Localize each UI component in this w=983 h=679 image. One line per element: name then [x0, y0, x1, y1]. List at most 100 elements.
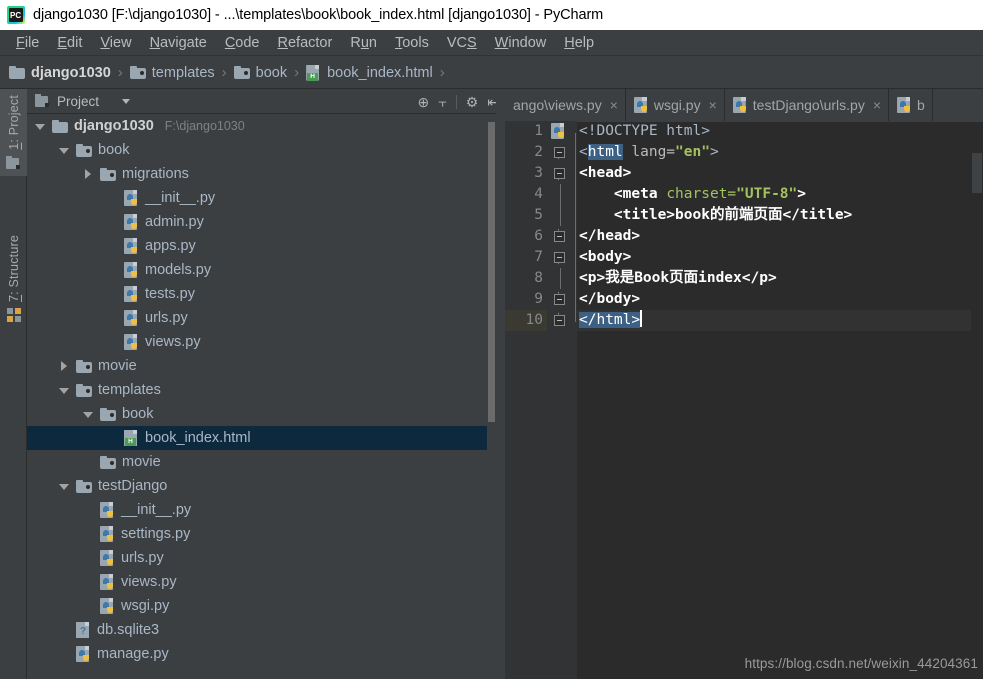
project-tree-scrollbar[interactable]: [487, 114, 496, 679]
chevron-down-icon[interactable]: [59, 481, 70, 492]
tool-tab-structure[interactable]: 7: Structure: [0, 229, 27, 328]
menu-navigate[interactable]: Navigate: [141, 33, 216, 53]
breadcrumb-item-book-index-html[interactable]: H book_index.html: [306, 64, 433, 81]
menu-refactor[interactable]: Refactor: [269, 33, 342, 53]
close-icon[interactable]: ×: [610, 97, 618, 113]
tree-row-movie[interactable]: movie: [27, 450, 496, 474]
settings-gear-icon[interactable]: ⚙: [466, 95, 479, 109]
tree-row-urls-py[interactable]: urls.py: [27, 546, 496, 570]
editor-tab-ango-views-py[interactable]: ango\views.py ×: [505, 89, 626, 121]
panel-splitter[interactable]: [496, 89, 505, 679]
menu-run[interactable]: Run: [341, 33, 386, 53]
breadcrumb-separator-icon: ›: [117, 64, 123, 81]
tree-row-label: book_index.html: [145, 430, 251, 446]
menu-vcs[interactable]: VCS: [438, 33, 486, 53]
tree-row-views-py[interactable]: views.py: [27, 570, 496, 594]
chevron-down-icon[interactable]: [35, 121, 46, 132]
fold-cell[interactable]: [549, 226, 575, 247]
watermark-text: https://blog.csdn.net/weixin_44204361: [744, 656, 978, 671]
chevron-right-icon[interactable]: [59, 360, 70, 372]
code-text: </body>: [579, 289, 640, 310]
tree-row-db-sqlite3[interactable]: ? db.sqlite3: [27, 618, 496, 642]
tool-tab-project[interactable]: 1: Project: [0, 89, 27, 176]
fold-collapse-icon[interactable]: [554, 251, 565, 263]
breadcrumb-item-book[interactable]: book: [233, 65, 287, 81]
fold-cell[interactable]: [549, 289, 575, 310]
tree-row-admin-py[interactable]: admin.py: [27, 210, 496, 234]
chevron-down-icon[interactable]: [59, 145, 70, 156]
menu-help[interactable]: Help: [555, 33, 603, 53]
folder-source-icon: [100, 455, 116, 469]
tree-row--init-py[interactable]: __init__.py: [27, 498, 496, 522]
fold-cell[interactable]: [549, 142, 575, 163]
code-editor[interactable]: 1 <!DOCTYPE html> 2 <html lang="en"> 3 <…: [505, 121, 983, 679]
tree-row-book-index-html[interactable]: Hbook_index.html: [27, 426, 496, 450]
line-number: 1: [534, 123, 543, 139]
tree-row-views-py[interactable]: views.py: [27, 330, 496, 354]
chevron-down-icon[interactable]: [83, 409, 94, 420]
code-line-3: 3 <head>: [505, 163, 983, 184]
python-file-icon: [100, 550, 115, 566]
fold-expand-icon[interactable]: [554, 230, 565, 242]
fold-expand-icon[interactable]: [554, 293, 565, 305]
fold-cell[interactable]: [549, 163, 575, 184]
toolbar-divider: [455, 94, 457, 109]
structure-icon: [6, 308, 21, 323]
menu-edit[interactable]: Edit: [48, 33, 91, 53]
pycharm-logo-icon: PC: [7, 6, 25, 24]
code-token: <title>: [579, 207, 676, 223]
menu-tools[interactable]: Tools: [386, 33, 438, 53]
tree-row--init-py[interactable]: __init__.py: [27, 186, 496, 210]
tree-row-wsgi-py[interactable]: wsgi.py: [27, 594, 496, 618]
project-view-icon: [35, 94, 50, 108]
chevron-right-icon[interactable]: [83, 168, 94, 180]
tree-row-settings-py[interactable]: settings.py: [27, 522, 496, 546]
python-file-icon: [76, 646, 91, 662]
tree-row-templates[interactable]: templates: [27, 378, 496, 402]
tree-row-manage-py[interactable]: manage.py: [27, 642, 496, 666]
tree-row-migrations[interactable]: migrations: [27, 162, 496, 186]
tree-row-urls-py[interactable]: urls.py: [27, 306, 496, 330]
tree-row-movie[interactable]: movie: [27, 354, 496, 378]
code-line-2: 2 <html lang="en">: [505, 142, 983, 163]
editor-tab-b[interactable]: b: [889, 89, 933, 121]
chevron-down-icon[interactable]: [122, 99, 130, 104]
editor-tab-wsgi-py[interactable]: wsgi.py ×: [626, 89, 725, 121]
menu-window[interactable]: Window: [486, 33, 556, 53]
tree-row-django1030[interactable]: django1030 F:\django1030: [27, 114, 496, 138]
menu-view[interactable]: View: [91, 33, 140, 53]
fold-cell[interactable]: [549, 247, 575, 268]
breadcrumb-item-templates[interactable]: templates: [129, 65, 215, 81]
fold-cell[interactable]: [549, 310, 575, 331]
fold-collapse-icon[interactable]: [554, 167, 565, 179]
editor-tab-testdjango-urls-py[interactable]: testDjango\urls.py ×: [725, 89, 890, 121]
tree-row-book[interactable]: book: [27, 402, 496, 426]
scrollbar-thumb[interactable]: [972, 153, 982, 193]
chevron-down-icon[interactable]: [59, 385, 70, 396]
code-line-8: 8 <p>我是Book页面index</p>: [505, 268, 983, 289]
code-text: </html>: [579, 310, 643, 331]
menu-code[interactable]: Code: [216, 33, 269, 53]
fold-region-line: [559, 205, 561, 226]
tree-row-apps-py[interactable]: apps.py: [27, 234, 496, 258]
scrollbar-thumb[interactable]: [488, 122, 495, 422]
project-panel: Project ⊕ ⫟ ⚙ ⇤ django1030 F:\django1030 b…: [27, 89, 505, 679]
tree-row-label: __init__.py: [121, 502, 192, 518]
tree-row-tests-py[interactable]: tests.py: [27, 282, 496, 306]
fold-collapse-icon[interactable]: [554, 146, 565, 158]
close-icon[interactable]: ×: [873, 97, 881, 113]
tree-row-testdjango[interactable]: testDjango: [27, 474, 496, 498]
close-icon[interactable]: ×: [709, 97, 717, 113]
tree-row-book[interactable]: book: [27, 138, 496, 162]
breadcrumb-item-django1030[interactable]: django1030: [9, 65, 111, 81]
menu-file[interactable]: File: [7, 33, 48, 53]
tree-row-label: urls.py: [121, 550, 164, 566]
breadcrumb-label: book_index.html: [327, 64, 433, 81]
tool-tab-structure-label: 7: Structure: [6, 235, 21, 303]
scroll-from-source-icon[interactable]: ⊕: [417, 95, 429, 109]
editor-scrollbar[interactable]: [971, 153, 983, 679]
collapse-all-icon[interactable]: ⫟: [438, 95, 446, 109]
fold-expand-icon[interactable]: [554, 314, 565, 326]
tree-row-models-py[interactable]: models.py: [27, 258, 496, 282]
